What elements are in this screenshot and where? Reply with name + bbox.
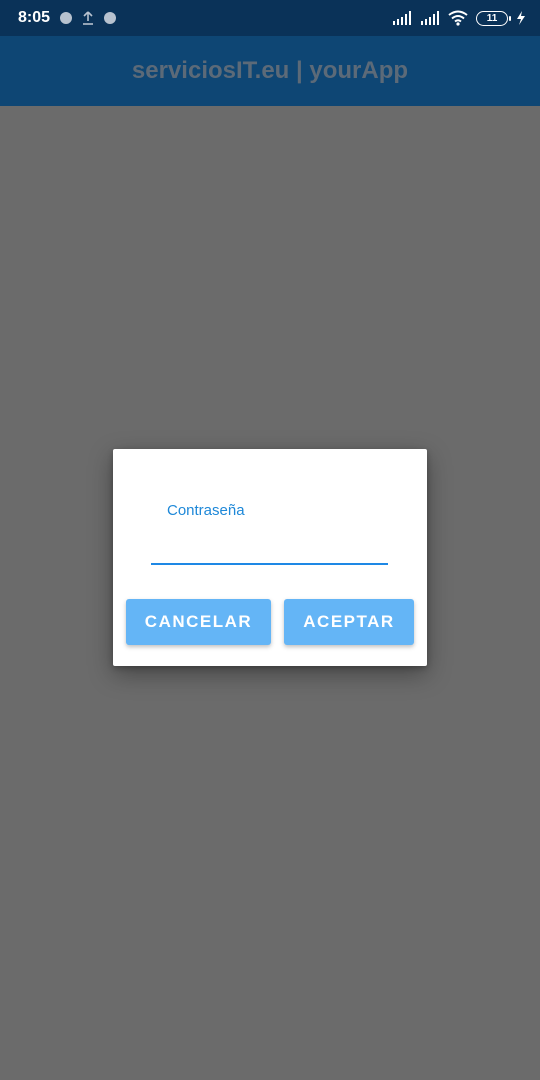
- battery-icon: 11: [476, 10, 511, 26]
- wifi-icon: [448, 10, 468, 26]
- app-title: serviciosIT.eu | yourApp: [131, 57, 409, 84]
- signal-icon: [421, 11, 439, 25]
- signal-icon: [393, 11, 411, 25]
- status-right-group: 11: [392, 10, 526, 26]
- app-bar: serviciosIT.eu | yourApp: [0, 36, 540, 106]
- charging-bolt-icon: [517, 11, 525, 25]
- status-bar: 8:05 11: [0, 0, 540, 36]
- status-time: 8:05: [18, 9, 51, 26]
- battery-level: 11: [486, 12, 498, 24]
- notification-dot-icon: [60, 12, 73, 24]
- notification-dot-icon: [104, 12, 117, 24]
- password-label: Contraseña: [167, 502, 245, 519]
- status-left-group: 8:05: [18, 9, 117, 27]
- password-input[interactable]: [151, 531, 388, 565]
- cancel-button[interactable]: CANCELAR: [126, 599, 271, 645]
- upload-icon: [83, 11, 94, 25]
- password-dialog: Contraseña CANCELAR ACEPTAR: [113, 449, 427, 666]
- accept-button[interactable]: ACEPTAR: [284, 599, 414, 645]
